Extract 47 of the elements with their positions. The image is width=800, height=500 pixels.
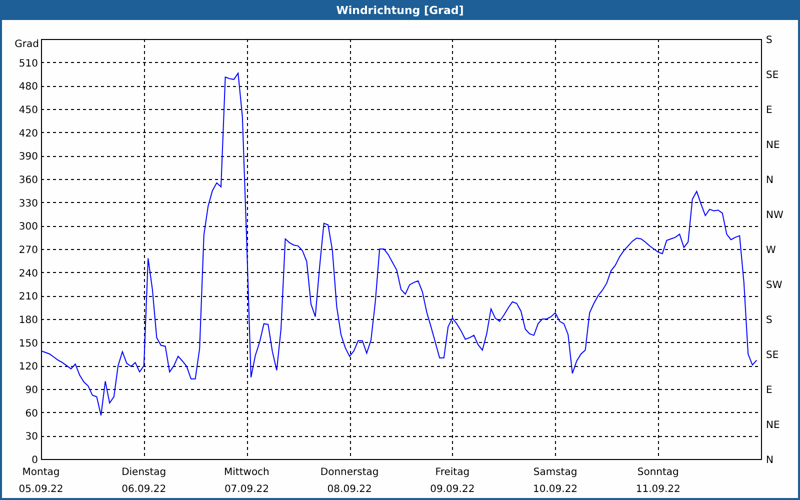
date-label: 07.09.22: [224, 484, 269, 495]
axis-label: 480: [18, 82, 38, 93]
axis-label: E: [766, 105, 772, 116]
date-label: 05.09.22: [18, 484, 64, 495]
axis-label: W: [766, 245, 776, 256]
axis-title: Grad: [14, 39, 39, 50]
date-label: 09.09.22: [430, 484, 475, 495]
date-label: 08.09.22: [327, 484, 372, 495]
axis-label: 210: [18, 292, 38, 303]
axis-label: SE: [766, 350, 779, 361]
axis-label: 30: [25, 432, 38, 443]
axis-label: 90: [25, 385, 38, 396]
axis-label: Dienstag: [122, 467, 166, 478]
axis-label: 390: [18, 152, 38, 163]
date-label: 06.09.22: [122, 484, 166, 495]
axis-label: NE: [766, 140, 780, 151]
axis-label: 450: [18, 105, 38, 116]
axis-label: E: [766, 385, 772, 396]
axis-label: SE: [766, 70, 779, 81]
axis-label: 300: [18, 222, 38, 233]
axis-label: Freitag: [435, 467, 470, 478]
axis-label: 120: [18, 362, 38, 373]
date-label: 11.09.22: [636, 484, 680, 495]
axis-label: 180: [18, 315, 38, 326]
axis-label: 240: [18, 268, 38, 280]
axis-label: 360: [18, 175, 38, 186]
axis-label: 420: [18, 128, 38, 140]
axis-label: NE: [766, 420, 780, 431]
axis-label: Mittwoch: [224, 467, 270, 478]
axis-label: 150: [18, 338, 38, 350]
axis-label: 60: [25, 408, 38, 420]
axis-label: Donnerstag: [320, 467, 379, 478]
axis-label: NW: [766, 210, 784, 221]
axis-label: 270: [18, 245, 38, 256]
axis-label: 510: [18, 58, 38, 70]
axis-label: S: [766, 35, 772, 46]
date-label: 10.09.22: [533, 484, 578, 495]
axis-label: SW: [766, 280, 782, 291]
axis-label: Samstag: [533, 467, 578, 478]
axis-label: 0: [32, 455, 38, 466]
axis-label: Sonntag: [637, 467, 679, 478]
axis-label: N: [766, 175, 774, 186]
axis-label: S: [766, 315, 772, 326]
window-title: Windrichtung [Grad]: [2, 0, 798, 20]
axis-label: N: [766, 455, 774, 466]
axis-label: 330: [18, 198, 38, 210]
axis-label: Montag: [22, 467, 60, 478]
